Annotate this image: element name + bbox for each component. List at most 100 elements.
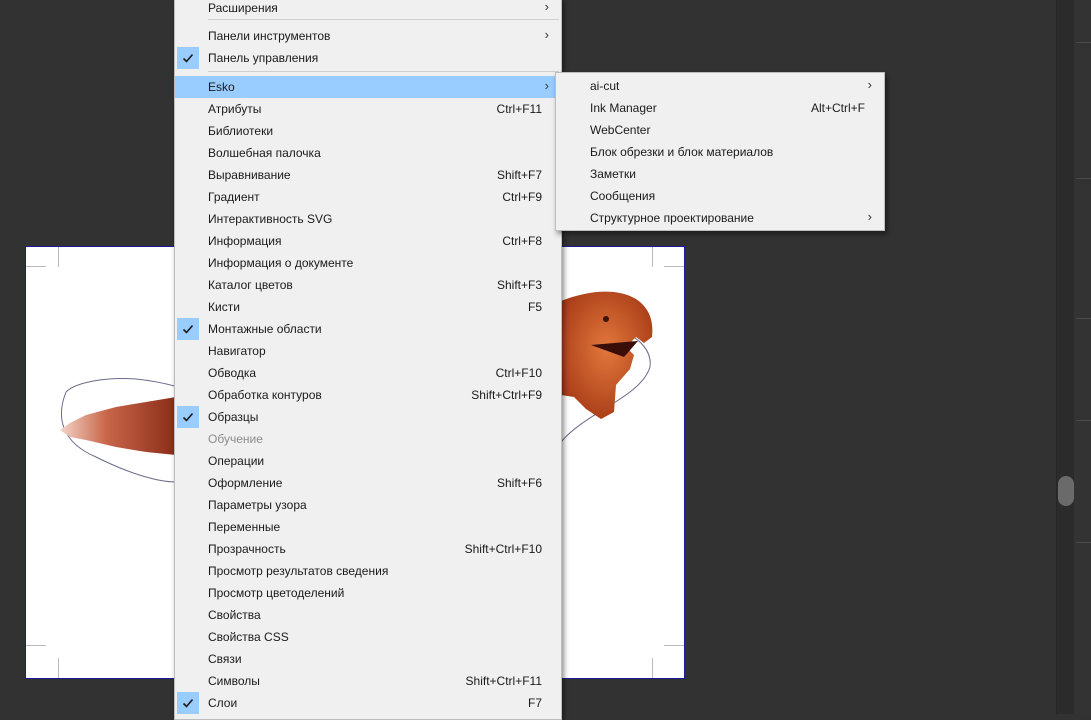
- checkmark-icon: [177, 47, 199, 69]
- checkmark-icon: [177, 406, 199, 428]
- submenu-item-label: Ink Manager: [590, 101, 657, 115]
- menu-item-label: Навигатор: [208, 344, 266, 358]
- menu-item[interactable]: Выравнивание Shift+F7: [175, 164, 561, 186]
- submenu-item-shortcut: Alt+Ctrl+F: [810, 101, 865, 115]
- menu-item[interactable]: Интерактивность SVG: [175, 208, 561, 230]
- menu-item[interactable]: Переменные: [175, 516, 561, 538]
- menu-item-label: Свойства: [208, 608, 261, 622]
- menu-item-label: Образцы: [208, 410, 259, 424]
- menu-item-label: Обучение: [208, 432, 263, 446]
- menu-item-shortcut: Shift+Ctrl+F10: [464, 542, 542, 556]
- tail-outline-path: [65, 378, 179, 393]
- menu-item-shortcut: F7: [527, 696, 542, 710]
- submenu-item-label: Структурное проектирование: [590, 211, 754, 225]
- menu-item-label: Связи: [208, 652, 242, 666]
- chevron-right-icon: ›: [544, 27, 549, 42]
- submenu-item-label: ai-cut: [590, 79, 620, 93]
- menu-item[interactable]: Обводка Ctrl+F10: [175, 362, 561, 384]
- menu-item[interactable]: Каталог цветов Shift+F3: [175, 274, 561, 296]
- menu-item[interactable]: Атрибуты Ctrl+F11: [175, 98, 561, 120]
- submenu-item[interactable]: WebCenter: [556, 119, 884, 141]
- menu-item-label: Выравнивание: [208, 168, 291, 182]
- menu-item[interactable]: Операции: [175, 450, 561, 472]
- menu-item[interactable]: Слои F7: [175, 692, 561, 714]
- dinosaur-eye: [603, 316, 609, 322]
- chevron-right-icon: ›: [544, 78, 549, 93]
- menu-item[interactable]: Связи: [175, 648, 561, 670]
- menu-item-shortcut: Shift+F6: [496, 476, 542, 490]
- menu-item-shortcut: Shift+F7: [496, 168, 542, 182]
- menu-item-label: Оформление: [208, 476, 283, 490]
- menu-item[interactable]: Свойства CSS: [175, 626, 561, 648]
- menu-item[interactable]: Обучение: [175, 428, 561, 450]
- menu-item-label: Слои: [208, 696, 238, 710]
- menu-item-label: Операции: [208, 454, 265, 468]
- menu-item[interactable]: Прозрачность Shift+Ctrl+F10: [175, 538, 561, 560]
- menu-item[interactable]: Образцы: [175, 406, 561, 428]
- menu-item-label: Свойства CSS: [208, 630, 289, 644]
- menu-item[interactable]: Информация Ctrl+F8: [175, 230, 561, 252]
- submenu-item[interactable]: Блок обрезки и блок материалов: [556, 141, 884, 163]
- submenu-item[interactable]: Структурное проектирование ›: [556, 207, 884, 229]
- menu-item-label: Esko: [208, 80, 235, 94]
- menu-item-shortcut: F5: [527, 300, 542, 314]
- checkmark-icon: [177, 692, 199, 714]
- checkmark-icon: [177, 318, 199, 340]
- menu-item[interactable]: Монтажные области: [175, 318, 561, 340]
- menu-item-label: Интерактивность SVG: [208, 212, 333, 226]
- menu-item[interactable]: Символы Shift+Ctrl+F11: [175, 670, 561, 692]
- menu-item-shortcut: Shift+Ctrl+F11: [465, 674, 542, 688]
- menu-separator: [208, 19, 559, 20]
- menu-item-label: Обводка: [208, 366, 257, 380]
- menu-item[interactable]: Информация о документе: [175, 252, 561, 274]
- menu-item-label: Параметры узора: [208, 498, 307, 512]
- panel-divider: [1076, 42, 1091, 43]
- menu-item-label: Библиотеки: [208, 124, 274, 138]
- menu-item[interactable]: Навигатор: [175, 340, 561, 362]
- menu-item[interactable]: Кисти F5: [175, 296, 561, 318]
- esko-submenu: ai-cut › Ink Manager Alt+Ctrl+F WebCenter Бло…: [555, 72, 885, 231]
- menu-item-label: Каталог цветов: [208, 278, 293, 292]
- window-menu: Расширения › Панели инструментов › Панель уп…: [174, 0, 562, 720]
- menu-item-label: Информация: [208, 234, 282, 248]
- submenu-item[interactable]: ai-cut ›: [556, 75, 884, 97]
- menu-separator: [208, 71, 559, 72]
- menu-item-label: Волшебная палочка: [208, 146, 321, 160]
- chevron-right-icon: ›: [867, 77, 872, 92]
- menu-item-label: Панели инструментов: [208, 29, 331, 43]
- menu-item[interactable]: Параметры узора: [175, 494, 561, 516]
- menu-item-label: Просмотр цветоделений: [208, 586, 345, 600]
- right-panel-dock: [1056, 0, 1091, 714]
- menu-item[interactable]: Просмотр результатов сведения: [175, 560, 561, 582]
- menu-item-label: Просмотр результатов сведения: [208, 564, 389, 578]
- menu-item[interactable]: Свойства: [175, 604, 561, 626]
- menu-item[interactable]: Оформление Shift+F6: [175, 472, 561, 494]
- menu-item-label: Атрибуты: [208, 102, 262, 116]
- menu-item-shortcut: Ctrl+F8: [502, 234, 542, 248]
- panel-divider: [1076, 542, 1091, 543]
- scrollbar-thumb[interactable]: [1058, 476, 1074, 506]
- menu-item[interactable]: Расширения ›: [175, 0, 561, 19]
- menu-item[interactable]: Просмотр цветоделений: [175, 582, 561, 604]
- menu-item-label: Обработка контуров: [208, 388, 322, 402]
- panel-divider: [1076, 318, 1091, 319]
- submenu-item-label: Блок обрезки и блок материалов: [590, 145, 774, 159]
- menu-item[interactable]: Обработка контуров Shift+Ctrl+F9: [175, 384, 561, 406]
- submenu-item[interactable]: Заметки: [556, 163, 884, 185]
- menu-item-shortcut: Ctrl+F10: [495, 366, 542, 380]
- dinosaur-head-image: [561, 291, 653, 419]
- menu-item-label: Кисти: [208, 300, 240, 314]
- menu-item-label: Панель управления: [208, 51, 319, 65]
- menu-item[interactable]: Волшебная палочка: [175, 142, 561, 164]
- menu-item[interactable]: Панели инструментов ›: [175, 25, 561, 47]
- panel-divider: [1076, 420, 1091, 421]
- submenu-item[interactable]: Сообщения: [556, 185, 884, 207]
- menu-item-shortcut: Ctrl+F11: [496, 102, 542, 116]
- menu-item[interactable]: Библиотеки: [175, 120, 561, 142]
- submenu-item[interactable]: Ink Manager Alt+Ctrl+F: [556, 97, 884, 119]
- menu-item[interactable]: Esko ›: [175, 76, 561, 98]
- menu-item-shortcut: Shift+F3: [496, 278, 542, 292]
- menu-item[interactable]: Градиент Ctrl+F9: [175, 186, 561, 208]
- menu-item[interactable]: Панель управления: [175, 47, 561, 69]
- submenu-item-label: WebCenter: [590, 123, 651, 137]
